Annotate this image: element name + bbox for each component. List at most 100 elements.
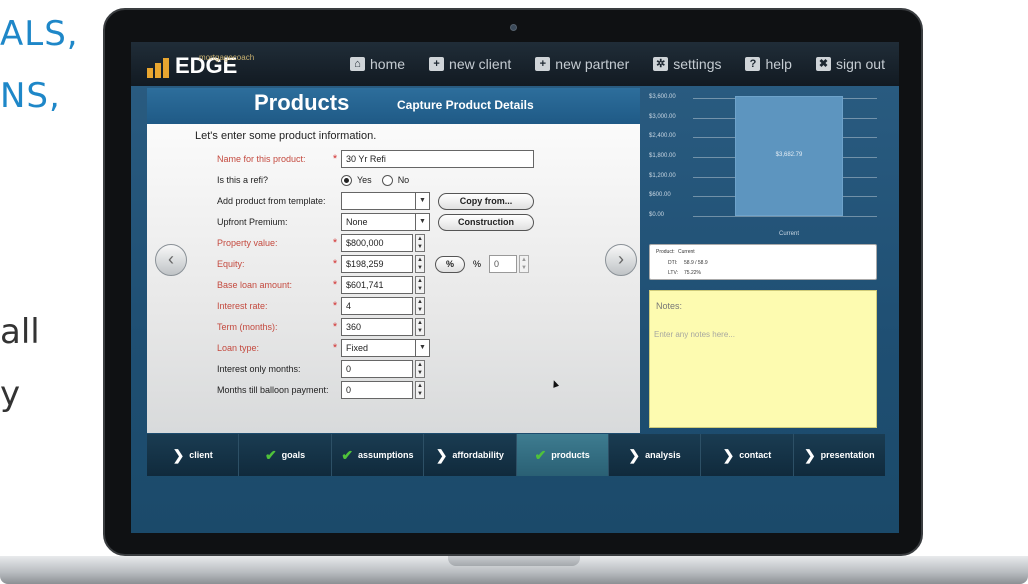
chevron-down-icon: ▼ xyxy=(415,193,429,209)
required-marker: * xyxy=(332,342,338,354)
nav-new-partner[interactable]: + new partner xyxy=(535,56,629,72)
tab-goals[interactable]: ✔ goals xyxy=(239,434,332,476)
required-marker: * xyxy=(332,153,338,165)
premium-select[interactable]: None ▼ xyxy=(341,213,430,231)
nav-settings[interactable]: ✲ settings xyxy=(653,56,721,72)
chart-x-label: Current xyxy=(778,231,799,237)
name-label: Name for this product: xyxy=(217,154,306,164)
top-nav: ⌂ home + new client + new partner ✲ sett… xyxy=(350,42,885,86)
refi-label: Is this a refi? xyxy=(217,175,269,185)
product-summary-box: Product: Current DTI: 58.9 / 58.9 LTV: 7… xyxy=(649,244,877,280)
required-marker: * xyxy=(332,279,338,291)
plus-icon: + xyxy=(535,57,551,71)
previous-arrow-button[interactable]: ‹ xyxy=(155,244,187,276)
equity-percent-stepper[interactable]: ▲ ▼ xyxy=(519,255,530,273)
nav-new-client[interactable]: + new client xyxy=(429,56,511,72)
nav-sign-out[interactable]: ✖ sign out xyxy=(815,56,885,72)
plus-icon: + xyxy=(429,57,445,71)
template-select-value xyxy=(342,193,415,209)
equity-input[interactable]: $198,259 xyxy=(341,255,413,273)
tab-analysis[interactable]: ❯ analysis xyxy=(609,434,702,476)
chart-data-label: $3,682.79 xyxy=(775,152,803,158)
nav-home[interactable]: ⌂ home xyxy=(350,56,405,72)
percent-toggle-button[interactable]: % xyxy=(435,255,465,273)
io-label: Interest only months: xyxy=(217,364,301,374)
loan-type-label: Loan type: xyxy=(217,343,260,353)
interest-only-input[interactable]: 0 xyxy=(341,360,413,378)
construction-button[interactable]: Construction xyxy=(438,213,534,231)
summary-ltv-label: LTV: xyxy=(668,270,679,276)
loan-type-select[interactable]: Fixed ▼ xyxy=(341,339,430,357)
base-loan-label: Base loan amount: xyxy=(217,280,293,290)
refi-row: Is this a refi? Yes No xyxy=(217,171,419,189)
required-marker: * xyxy=(332,237,338,249)
chevron-down-icon: ▼ xyxy=(415,214,429,230)
tab-products[interactable]: ✔ products xyxy=(516,434,609,476)
home-icon: ⌂ xyxy=(350,57,365,71)
nav-home-label: home xyxy=(370,56,406,72)
nav-help-label: help xyxy=(765,56,792,72)
chart-y-tick-label: $1,200.00 xyxy=(649,172,676,179)
rate-label: Interest rate: xyxy=(217,301,268,311)
copy-from-button[interactable]: Copy from... xyxy=(438,192,534,210)
app-logo[interactable]: mortgagecoach EDGE xyxy=(145,50,254,78)
premium-label: Upfront Premium: xyxy=(217,217,288,227)
refi-no-label: No xyxy=(397,175,410,185)
tab-contact[interactable]: ❯ contact xyxy=(701,434,794,476)
chart-gridline xyxy=(693,216,877,217)
balloon-stepper[interactable]: ▲ ▼ xyxy=(415,381,425,399)
term-input[interactable]: 360 xyxy=(341,318,413,336)
check-icon: ✔ xyxy=(264,446,277,463)
refi-yes-label: Yes xyxy=(357,175,372,185)
chevron-right-icon: ❯ xyxy=(435,446,448,463)
tab-products-label: products xyxy=(551,450,590,460)
tab-client[interactable]: ❯ client xyxy=(147,434,240,476)
summary-dti-value: 58.9 / 58.9 xyxy=(684,260,708,266)
page-title: Products xyxy=(254,90,350,115)
background-text-line-4: y xyxy=(0,374,21,414)
chevron-right-icon: ❯ xyxy=(803,446,816,463)
equity-row: Equity: * $198,259 ▲ ▼ % % 0 ▲ ▼ xyxy=(217,255,530,273)
balloon-input[interactable]: 0 xyxy=(341,381,413,399)
product-name-input[interactable]: 30 Yr Refi xyxy=(341,150,534,168)
tab-contact-label: contact xyxy=(739,450,772,460)
nav-help[interactable]: ? help xyxy=(745,56,792,72)
logo-icon xyxy=(145,54,173,78)
notes-label: Notes: xyxy=(656,301,683,311)
interest-rate-input[interactable]: 4 xyxy=(341,297,413,315)
notes-panel[interactable]: Notes: Enter any notes here... xyxy=(649,290,877,428)
tab-client-label: client xyxy=(189,450,213,460)
equity-stepper[interactable]: ▲ ▼ xyxy=(415,255,425,273)
name-row: Name for this product: * 30 Yr Refi xyxy=(217,150,534,168)
chart-y-tick-label: $600.00 xyxy=(649,192,671,199)
nav-new-client-label: new client xyxy=(449,56,512,72)
webcam xyxy=(510,24,517,31)
tab-assumptions[interactable]: ✔ assumptions xyxy=(332,434,425,476)
intro-text: Let's enter some product information. xyxy=(195,130,377,142)
template-select[interactable]: ▼ xyxy=(341,192,430,210)
chart-y-tick-label: $3,000.00 xyxy=(649,113,676,120)
next-arrow-button[interactable]: › xyxy=(605,244,637,276)
chart-y-tick-label: $0.00 xyxy=(649,212,665,218)
property-value-input[interactable]: $800,000 xyxy=(341,234,413,252)
app-screen: mortgagecoach EDGE ⌂ home + new client +… xyxy=(131,42,899,533)
tab-presentation[interactable]: ❯ presentation xyxy=(794,434,885,476)
base-loan-input[interactable]: $601,741 xyxy=(341,276,413,294)
interest-only-stepper[interactable]: ▲ ▼ xyxy=(415,360,425,378)
equity-percent-input[interactable]: 0 xyxy=(489,255,518,273)
base-loan-stepper[interactable]: ▲ ▼ xyxy=(415,276,425,294)
interest-rate-stepper[interactable]: ▲ ▼ xyxy=(415,297,425,315)
check-icon: ✔ xyxy=(341,446,354,463)
term-stepper[interactable]: ▲ ▼ xyxy=(415,318,425,336)
premium-row: Upfront Premium: None ▼ Construction xyxy=(217,213,534,231)
balloon-label: Months till balloon payment: xyxy=(217,385,329,395)
gear-icon: ✲ xyxy=(653,57,669,71)
io-row: Interest only months: 0 ▲ ▼ xyxy=(217,360,425,378)
refi-no-radio[interactable]: No xyxy=(381,174,410,186)
laptop-notch xyxy=(448,556,580,566)
notes-textarea[interactable]: Enter any notes here... xyxy=(654,330,735,339)
tab-affordability[interactable]: ❯ affordability xyxy=(424,434,517,476)
property-stepper[interactable]: ▲ ▼ xyxy=(415,234,425,252)
loan-type-row: Loan type: * Fixed ▼ xyxy=(217,339,430,357)
refi-yes-radio[interactable]: Yes xyxy=(341,174,372,186)
